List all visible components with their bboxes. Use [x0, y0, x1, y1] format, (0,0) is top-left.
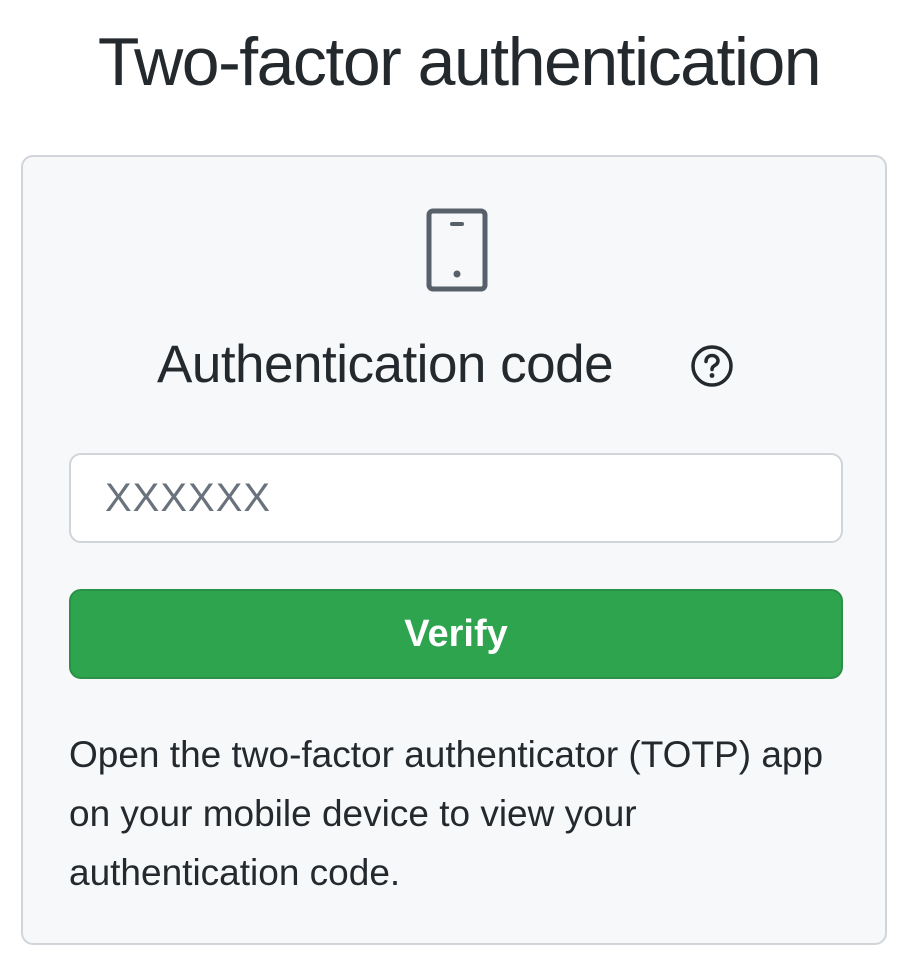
device-mobile-icon	[426, 208, 488, 292]
totp-help-text: Open the two-factor authenticator (TOTP)…	[69, 734, 824, 893]
code-heading-row: Authentication code	[23, 335, 885, 395]
authentication-code-input[interactable]	[69, 453, 843, 543]
page-title: Two-factor authentication	[97, 24, 822, 100]
authentication-code-heading: Authentication code	[157, 335, 614, 394]
question-circle-icon[interactable]	[689, 343, 735, 389]
verify-button[interactable]: Verify	[69, 589, 843, 679]
auth-card: Authentication code Verify Open the two-…	[21, 155, 887, 945]
